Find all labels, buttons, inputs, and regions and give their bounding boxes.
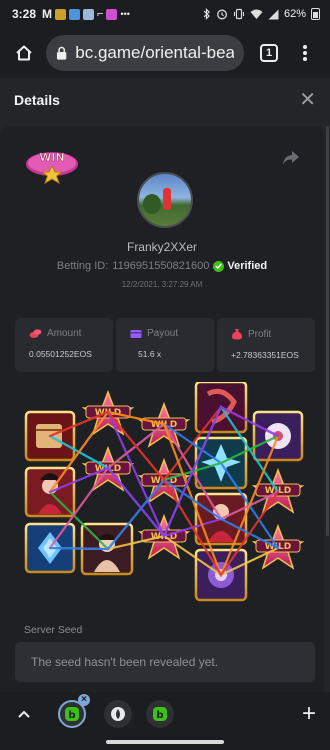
bet-details-panel: WIN Franky2XXer Betting ID: 119695155082…: [0, 126, 324, 692]
coins-icon: [29, 329, 42, 338]
money-bag-icon: [231, 329, 243, 340]
vibrate-icon: [233, 8, 245, 20]
menu-dot-icon: [303, 57, 307, 61]
stat-value: +2.78363351EOS: [231, 350, 299, 360]
gmail-icon: M: [42, 7, 53, 21]
stat-payout: Payout 51.6 x: [116, 318, 214, 372]
stat-profit: Profit +2.78363351EOS: [217, 318, 315, 372]
bcgame-icon: b: [65, 707, 79, 721]
menu-dot-icon: [303, 45, 307, 49]
app-icon: [69, 8, 81, 20]
browser-toolbar: bc.game/oriental-beau 1: [0, 28, 330, 78]
notification-icons: M ⌐ •••: [42, 7, 130, 21]
menu-dot-icon: [303, 51, 307, 55]
close-button[interactable]: ✕: [299, 90, 316, 110]
site-icon: [111, 707, 125, 721]
home-gesture-handle[interactable]: [106, 740, 224, 744]
gesture-bar: [0, 736, 330, 750]
tab-switcher-button[interactable]: 1: [260, 44, 278, 62]
betting-id-label: Betting ID:: [56, 260, 109, 272]
betting-id-value: 1196951550821600: [112, 260, 210, 272]
tab-thumbnail[interactable]: [104, 700, 132, 728]
expand-tabs-button[interactable]: [14, 704, 34, 724]
wifi-icon: [250, 9, 263, 19]
app-icon: [55, 8, 67, 20]
svg-text:b: b: [156, 710, 163, 721]
key-icon: ⌐: [97, 8, 104, 20]
server-seed-field[interactable]: The seed hasn't been revealed yet.: [15, 642, 315, 682]
bluetooth-icon: [203, 8, 210, 20]
close-tab-icon[interactable]: ×: [78, 694, 90, 706]
home-button[interactable]: [8, 37, 40, 69]
url-text: bc.game/oriental-beau: [75, 43, 234, 62]
svg-text:b: b: [68, 710, 75, 721]
card-icon: [130, 329, 142, 338]
server-seed-label: Server Seed: [24, 624, 83, 636]
stat-value: 0.05501252EOS: [29, 349, 92, 359]
battery-icon: [311, 8, 320, 20]
verified-label: Verified: [227, 260, 268, 272]
tab-thumbnail[interactable]: b: [146, 700, 174, 728]
slot-result-board: WILD WILD WILD WILD WILD WILD WILD: [24, 382, 305, 602]
avatar: [137, 172, 193, 228]
more-notifications-icon: •••: [120, 9, 130, 19]
alarm-icon: [217, 9, 227, 20]
new-tab-button[interactable]: +: [302, 702, 316, 726]
app-icon: [106, 8, 118, 20]
verified-badge: Verified: [213, 260, 267, 272]
share-icon[interactable]: [282, 150, 300, 166]
check-icon: [213, 260, 225, 272]
bcgame-icon: b: [153, 707, 167, 721]
lock-icon: [56, 46, 67, 60]
clock: 3:28: [12, 7, 37, 21]
signal-icon: [268, 9, 279, 19]
bet-stats: Amount 0.05501252EOS Payout 51.6 x Profi…: [15, 318, 315, 372]
battery-percent: 62%: [283, 8, 306, 20]
app-icon: [83, 8, 95, 20]
home-icon: [16, 45, 32, 61]
win-badge: WIN: [26, 151, 78, 185]
tab-strip: b × b +: [0, 692, 330, 736]
chevron-up-icon: [18, 710, 30, 718]
details-header: Details ✕: [0, 78, 330, 122]
stat-label: Payout: [147, 328, 179, 339]
win-label: WIN: [39, 151, 64, 164]
stat-label: Amount: [47, 328, 82, 339]
stat-amount: Amount 0.05501252EOS: [15, 318, 113, 372]
stat-label: Profit: [248, 328, 272, 340]
username: Franky2XXer: [126, 240, 198, 254]
status-bar: 3:28 M ⌐ ••• 62%: [0, 0, 330, 28]
browser-menu-button[interactable]: [296, 41, 314, 65]
scrollbar[interactable]: [326, 126, 329, 536]
stat-value: 51.6 x: [138, 349, 162, 359]
address-bar[interactable]: bc.game/oriental-beau: [46, 35, 244, 71]
page-title: Details: [14, 92, 60, 108]
bet-timestamp: 12/2/2021, 3:27:29 AM: [121, 280, 203, 289]
betting-id-row: Betting ID: 1196951550821600 Verified: [0, 260, 324, 272]
